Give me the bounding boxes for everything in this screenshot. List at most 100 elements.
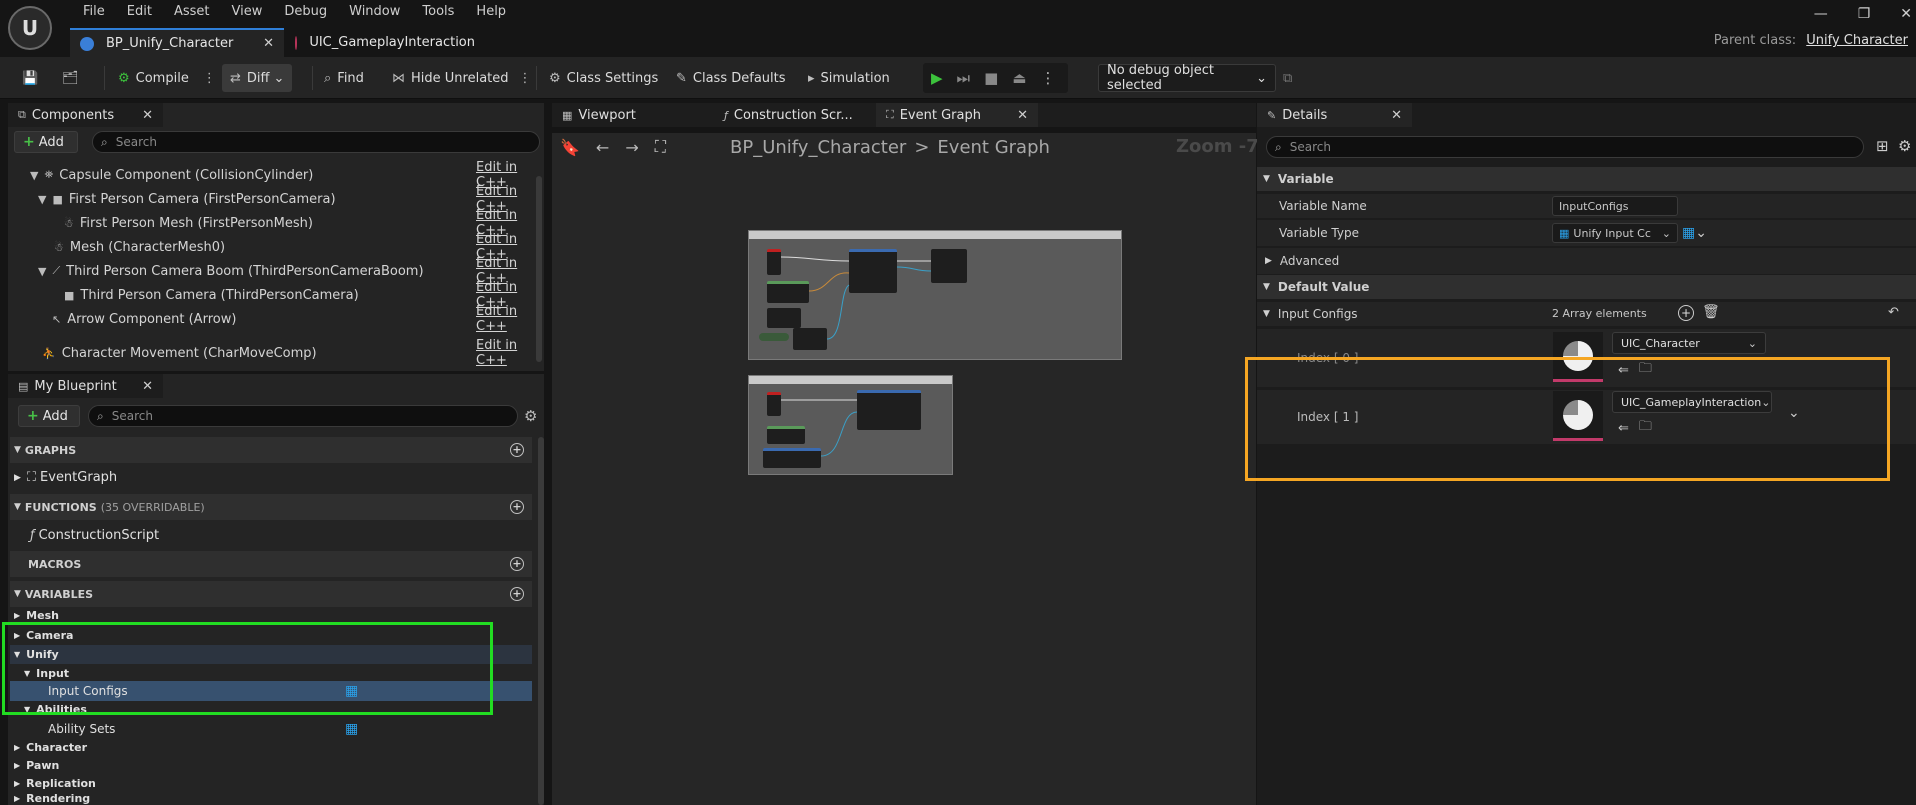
save-icon[interactable]: 💾 <box>22 64 44 92</box>
step-icon[interactable]: ⏭ <box>957 69 971 87</box>
tab-viewport[interactable]: ▦ Viewport <box>552 103 712 127</box>
simulation-button[interactable]: ▸ Simulation <box>808 64 890 92</box>
compile-options-icon[interactable]: ⋮ <box>203 71 216 86</box>
category-replication[interactable]: ▶ Replication <box>10 774 532 793</box>
component-row[interactable]: ☃ First Person Mesh (FirstPersonMesh) Ed… <box>10 208 540 238</box>
edit-in-cpp-link[interactable]: Edit in C++ <box>476 338 540 368</box>
gear-icon[interactable]: ⚙ <box>1898 137 1911 155</box>
diff-button[interactable]: ⇄ Diff ⌄ <box>222 64 293 92</box>
component-row[interactable]: ⛹ Character Movement (CharMoveComp) Edit… <box>10 338 540 368</box>
minimize-icon[interactable]: — <box>1814 6 1828 22</box>
default-value-category[interactable]: ▼ Default Value <box>1257 275 1916 299</box>
component-row[interactable]: ↖ Arrow Component (Arrow) Edit in C++ <box>10 304 540 334</box>
add-function-icon[interactable]: + <box>510 500 524 514</box>
details-tab[interactable]: ✎ Details ✕ <box>1257 103 1412 127</box>
variable-name-field[interactable]: InputConfigs <box>1552 196 1678 216</box>
graph-comment-box[interactable] <box>748 230 1122 360</box>
my-blueprint-tab[interactable]: ▤ My Blueprint ✕ <box>8 374 163 398</box>
table-view-icon[interactable]: ⊞ <box>1876 137 1889 155</box>
parent-class-link[interactable]: Unify Character <box>1806 33 1908 48</box>
close-window-icon[interactable]: ✕ <box>1900 6 1912 22</box>
edit-in-cpp-link[interactable]: Edit in C++ <box>476 304 540 334</box>
gear-icon[interactable]: ⚙ <box>524 407 537 425</box>
play-options-icon[interactable]: ⋮ <box>1040 69 1055 87</box>
add-graph-icon[interactable]: + <box>510 443 524 457</box>
category-pawn[interactable]: ▶ Pawn <box>10 756 532 775</box>
components-tab[interactable]: ⧉ Components ✕ <box>8 103 163 127</box>
category-rendering[interactable]: ▶ Rendering <box>10 792 532 805</box>
compile-button[interactable]: ⚙ Compile ⋮ <box>118 64 216 92</box>
menu-edit[interactable]: Edit <box>116 2 163 22</box>
breadcrumb-root[interactable]: BP_Unify_Character <box>730 137 906 158</box>
close-icon[interactable]: ✕ <box>1017 108 1028 123</box>
component-row[interactable]: ☃ Mesh (CharacterMesh0) Edit in C++ <box>10 232 540 262</box>
class-settings-button[interactable]: ⚙ Class Settings <box>549 64 658 92</box>
find-button[interactable]: ⌕ Find <box>324 64 364 92</box>
menu-debug[interactable]: Debug <box>273 2 338 22</box>
macros-section[interactable]: MACROS + <box>10 551 532 577</box>
category-mesh[interactable]: ▶ Mesh <box>10 608 532 622</box>
trash-icon[interactable]: 🗑 <box>1702 304 1720 320</box>
add-component-button[interactable]: + Add <box>14 131 78 153</box>
functions-section[interactable]: ▼ FUNCTIONS (35 OVERRIDABLE) + <box>10 494 532 520</box>
components-search-input[interactable]: ⌕ Search <box>92 131 540 153</box>
category-character[interactable]: ▶ Character <box>10 738 532 757</box>
search-placeholder: Search <box>1289 140 1331 154</box>
play-icon[interactable]: ▶ <box>931 69 943 87</box>
variable-category[interactable]: ▼ Variable <box>1257 167 1916 191</box>
components-scrollbar[interactable] <box>536 176 542 362</box>
construction-script-item[interactable]: ƒ ConstructionScript <box>10 526 532 545</box>
my-blueprint-scrollbar[interactable] <box>538 437 544 805</box>
component-row[interactable]: ▼ ⟋ Third Person Camera Boom (ThirdPerson… <box>10 256 540 286</box>
tab-event-graph[interactable]: ⛶ Event Graph ✕ <box>876 103 1038 127</box>
add-variable-icon[interactable]: + <box>510 587 524 601</box>
hide-unrelated-button[interactable]: ⋈ Hide Unrelated ⋮ <box>392 64 532 92</box>
restore-icon[interactable]: ❐ <box>1858 6 1871 22</box>
tab-construction-script[interactable]: ƒ Construction Scr... <box>714 103 874 127</box>
event-graph-item[interactable]: ▶ ⛶ EventGraph <box>10 468 532 487</box>
close-icon[interactable]: ✕ <box>1391 108 1402 123</box>
menu-view[interactable]: View <box>221 2 274 22</box>
reset-icon[interactable]: ↶ <box>1888 305 1899 320</box>
graph-hierarchy-icon[interactable]: ⛶ <box>655 137 666 157</box>
variables-section[interactable]: ▼ VARIABLES + <box>10 581 532 607</box>
add-macro-icon[interactable]: + <box>510 557 524 571</box>
component-row[interactable]: ▼ ■ First Person Camera (FirstPersonCamer… <box>10 184 540 214</box>
add-member-button[interactable]: + Add <box>18 405 80 427</box>
menu-window[interactable]: Window <box>338 2 411 22</box>
browse-icon[interactable]: 🗂 <box>62 64 85 92</box>
tab-bp-unify-character[interactable]: BP_Unify_Character ✕ <box>70 28 284 57</box>
my-blueprint-search-input[interactable]: ⌕ Search <box>88 405 518 427</box>
component-row[interactable]: ▼ ⛯ Capsule Component (CollisionCylinder)… <box>10 160 540 190</box>
asset-picker[interactable]: UIC_Character ⌄ <box>1612 332 1766 354</box>
variable-ability-sets[interactable]: Ability Sets ▦ <box>10 719 532 738</box>
more-options-icon[interactable]: ⋮ <box>519 71 532 86</box>
graph-comment-box[interactable] <box>748 375 953 475</box>
unreal-logo-icon[interactable]: U <box>8 6 52 50</box>
debug-object-select[interactable]: No debug object selected ⌄ <box>1098 63 1276 93</box>
menu-help[interactable]: Help <box>465 2 517 22</box>
graph-wires <box>780 256 932 340</box>
graphs-section[interactable]: ▼ GRAPHS + <box>10 437 532 463</box>
stop-icon[interactable]: ■ <box>984 69 998 87</box>
back-arrow-icon[interactable]: ← <box>596 138 609 157</box>
add-element-icon[interactable]: + <box>1678 305 1694 321</box>
component-row[interactable]: ■ Third Person Camera (ThirdPersonCamera… <box>10 280 540 310</box>
close-tab-icon[interactable]: ✕ <box>263 36 274 51</box>
forward-arrow-icon[interactable]: → <box>625 138 638 157</box>
debug-filter-icon[interactable]: ⧉ <box>1283 64 1298 92</box>
eject-icon[interactable]: ⏏ <box>1012 69 1026 87</box>
bookmark-icon[interactable]: 🔖 <box>560 138 580 157</box>
details-search-input[interactable]: ⌕ Search <box>1266 136 1864 158</box>
close-icon[interactable]: ✕ <box>142 108 153 123</box>
class-defaults-button[interactable]: ✎ Class Defaults <box>676 64 786 92</box>
advanced-row[interactable]: ▶ Advanced <box>1257 248 1916 274</box>
menu-tools[interactable]: Tools <box>411 2 465 22</box>
tab-uic-gameplayinteraction[interactable]: UIC_GameplayInteraction <box>285 28 485 57</box>
variable-type-select[interactable]: ▦ Unify Input Cc ⌄ <box>1552 223 1678 243</box>
container-type-select[interactable]: ▦⌄ <box>1682 225 1707 241</box>
menu-asset[interactable]: Asset <box>163 2 221 22</box>
close-icon[interactable]: ✕ <box>142 379 153 394</box>
collapse-arrow-icon[interactable]: ▼ <box>1263 309 1270 319</box>
menu-file[interactable]: File <box>72 2 116 22</box>
